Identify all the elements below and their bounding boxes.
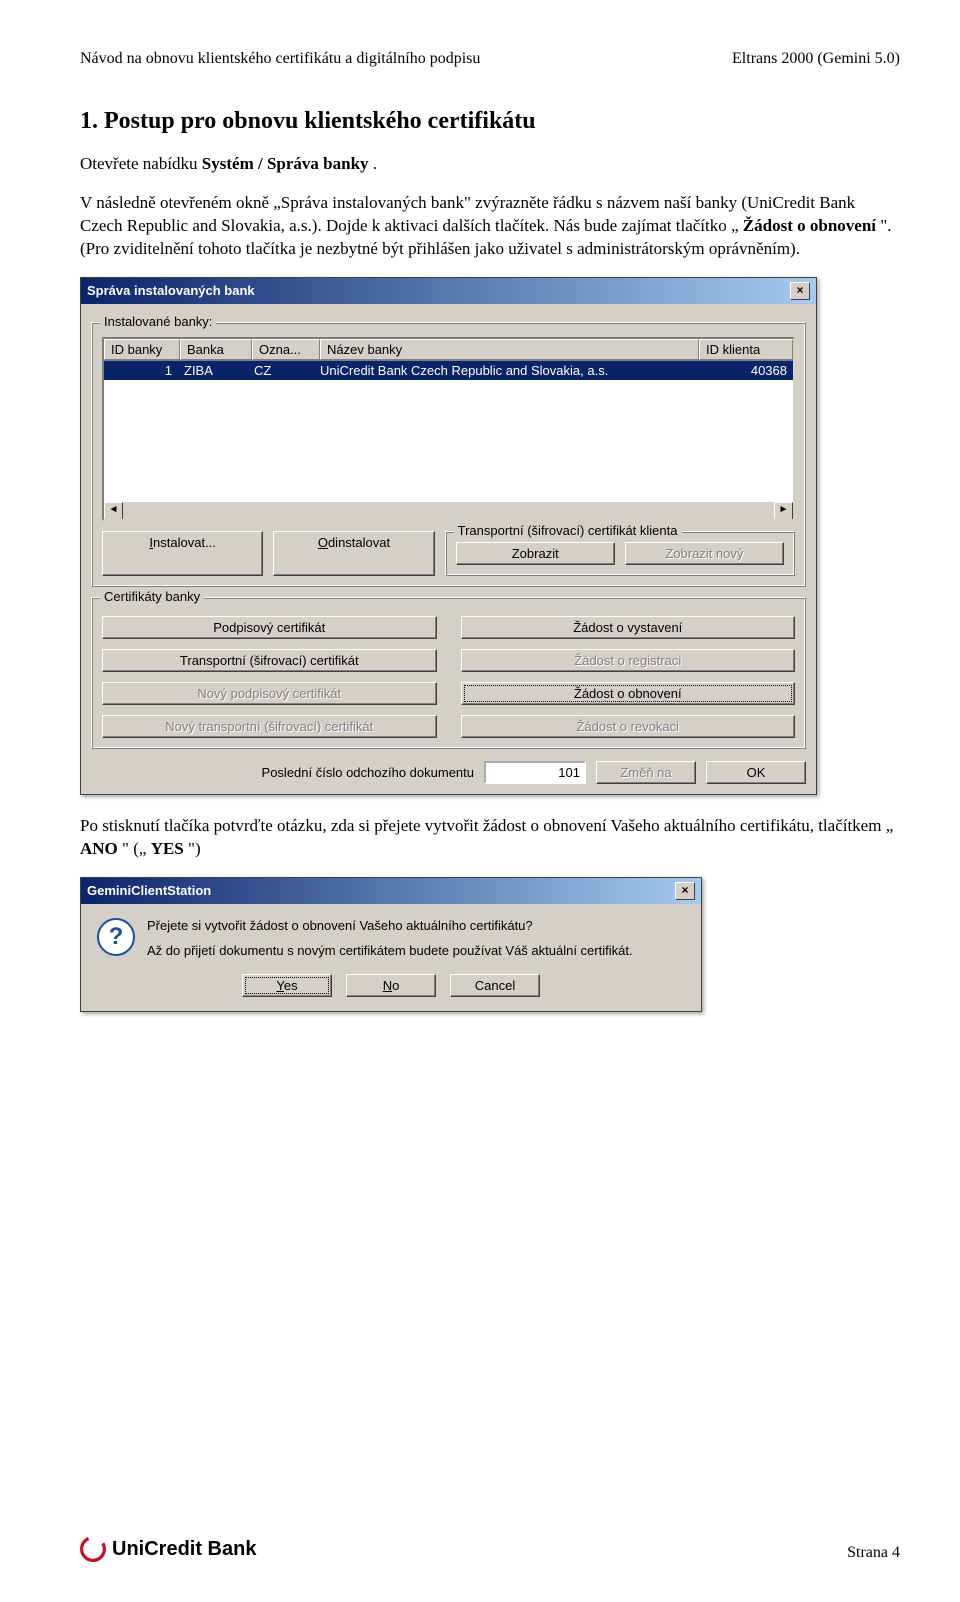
h-scrollbar[interactable]: ◄ ► — [104, 502, 793, 519]
group-transport-legend: Transportní (šifrovací) certifikát klien… — [454, 523, 682, 538]
close-icon[interactable]: × — [790, 282, 810, 300]
dialog-manage-banks: Správa instalovaných bank × Instalované … — [80, 277, 817, 795]
dialog2-title: GeminiClientStation — [87, 883, 211, 898]
paragraph-3b: ANO — [80, 839, 118, 858]
header-left: Návod na obnovu klientského certifikátu … — [80, 50, 480, 68]
paragraph-2: V následně otevřeném okně „Správa instal… — [80, 192, 900, 261]
header-right: Eltrans 2000 (Gemini 5.0) — [732, 50, 900, 68]
logo-text: UniCredit Bank — [112, 1538, 256, 1561]
request-register-button: Žádost o registraci — [461, 649, 796, 672]
cell-ozna: CZ — [248, 361, 314, 380]
paragraph-3d: YES — [151, 839, 184, 858]
cell-bank: ZIBA — [178, 361, 248, 380]
paragraph-3: Po stisknutí tlačíka potvrďte otázku, zd… — [80, 815, 900, 861]
group-installed-banks: Instalované banky: ID banky Banka Ozna..… — [91, 322, 806, 587]
unicredit-logo: UniCredit Bank — [80, 1536, 256, 1562]
bank-list[interactable]: ID banky Banka Ozna... Název banky ID kl… — [102, 337, 795, 521]
table-row[interactable]: 1 ZIBA CZ UniCredit Bank Czech Republic … — [104, 361, 793, 380]
group-bank-certs-legend: Certifikáty banky — [100, 589, 204, 604]
paragraph-1: Otevřete nabídku Systém / Správa banky . — [80, 153, 900, 176]
request-renew-button[interactable]: Žádost o obnovení — [461, 682, 796, 705]
cell-name: UniCredit Bank Czech Republic and Slovak… — [314, 361, 701, 380]
unicredit-logo-icon — [80, 1536, 106, 1562]
dialog1-title: Správa instalovaných bank — [87, 283, 255, 298]
close-icon[interactable]: × — [675, 882, 695, 900]
col-client[interactable]: ID klienta — [699, 339, 793, 360]
yes-button[interactable]: Yes — [242, 974, 332, 997]
ok-button[interactable]: OK — [706, 761, 806, 784]
show-button[interactable]: Zobrazit — [456, 542, 615, 565]
show-new-button: Zobrazit nový — [625, 542, 784, 565]
question-icon: ? — [97, 918, 135, 956]
col-bank[interactable]: Banka — [180, 339, 252, 360]
paragraph-3a: Po stisknutí tlačíka potvrďte otázku, zd… — [80, 816, 893, 835]
scroll-right-icon[interactable]: ► — [774, 502, 793, 521]
last-number-label: Poslední číslo odchozího dokumentu — [262, 765, 474, 780]
last-number-input[interactable] — [484, 761, 586, 784]
col-ozna[interactable]: Ozna... — [252, 339, 320, 360]
col-id[interactable]: ID banky — [104, 339, 180, 360]
section-title: 1. Postup pro obnovu klientského certifi… — [80, 108, 900, 135]
group-bank-certs: Certifikáty banky Podpisový certifikát Ž… — [91, 597, 806, 749]
paragraph-3c: " („ — [122, 839, 146, 858]
request-issue-button[interactable]: Žádost o vystavení — [461, 616, 796, 639]
dialog-confirm: GeminiClientStation × ? Přejete si vytvo… — [80, 877, 702, 1012]
paragraph-2b: Žádost o obnovení — [743, 216, 876, 235]
page-number: Strana 4 — [847, 1544, 900, 1562]
install-button[interactable]: Instalovat... — [102, 531, 263, 576]
paragraph-2a: V následně otevřeném okně „Správa instal… — [80, 193, 855, 235]
col-name[interactable]: Název banky — [320, 339, 699, 360]
no-button[interactable]: No — [346, 974, 436, 997]
request-revoke-button: Žádost o revokaci — [461, 715, 796, 738]
confirm-line1: Přejete si vytvořit žádost o obnovení Va… — [147, 918, 633, 933]
transport-cert-button[interactable]: Transportní (šifrovací) certifikát — [102, 649, 437, 672]
uninstall-button[interactable]: Odinstalovat — [273, 531, 434, 576]
paragraph-3e: ") — [188, 839, 201, 858]
new-sign-cert-button: Nový podpisový certifikát — [102, 682, 437, 705]
cell-id: 1 — [104, 361, 178, 380]
change-button: Změň na — [596, 761, 696, 784]
cancel-button[interactable]: Cancel — [450, 974, 540, 997]
scroll-left-icon[interactable]: ◄ — [104, 502, 123, 521]
new-transport-cert-button: Nový transportní (šifrovací) certifikát — [102, 715, 437, 738]
confirm-line2: Až do přijetí dokumentu s novým certifik… — [147, 943, 633, 958]
group-transport-cert: Transportní (šifrovací) certifikát klien… — [445, 531, 795, 576]
sign-cert-button[interactable]: Podpisový certifikát — [102, 616, 437, 639]
paragraph-1a: Otevřete nabídku — [80, 154, 202, 173]
group-installed-legend: Instalované banky: — [100, 314, 216, 329]
cell-client: 40368 — [701, 361, 793, 380]
paragraph-1c: . — [373, 154, 377, 173]
paragraph-1b: Systém / Správa banky — [202, 154, 369, 173]
